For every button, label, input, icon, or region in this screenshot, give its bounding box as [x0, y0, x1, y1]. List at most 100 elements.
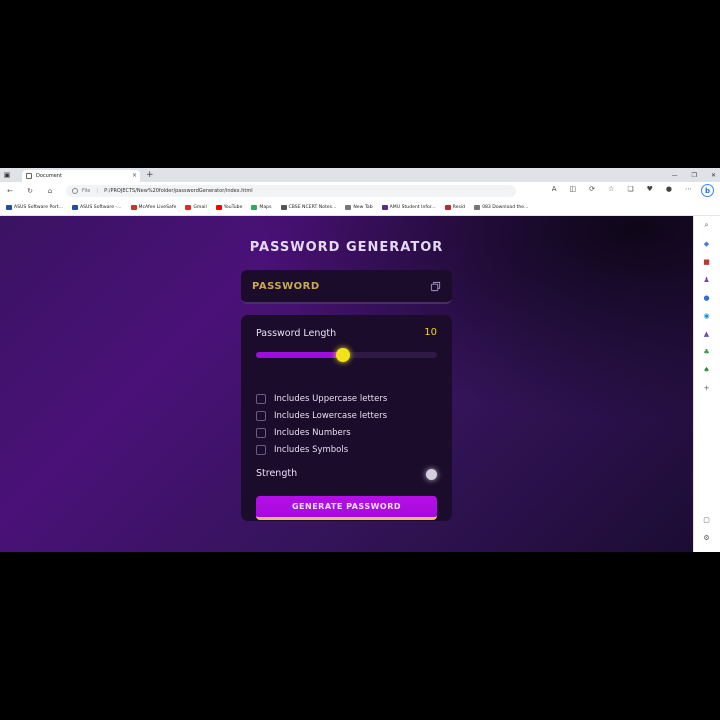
- page-content: PASSWORD GENERATOR PASSWORD Password Len…: [0, 216, 693, 552]
- bookmark-icon: [345, 205, 352, 210]
- bookmark-icon: [251, 205, 258, 210]
- bookmark-label: AMU Student Infor...: [389, 205, 436, 210]
- bookmark-item[interactable]: Maps: [251, 205, 272, 210]
- password-output[interactable]: PASSWORD: [252, 281, 320, 292]
- profile-icon[interactable]: ●: [666, 185, 672, 193]
- page-title: PASSWORD GENERATOR: [249, 240, 444, 255]
- bookmark-item[interactable]: ASUS Software -...: [72, 205, 122, 210]
- option-symbols: Includes Symbols: [256, 445, 348, 455]
- numbers-checkbox[interactable]: [256, 428, 266, 438]
- password-display: PASSWORD: [241, 270, 452, 304]
- window-controls: — ❐ ✕: [672, 168, 716, 182]
- browser-window: ▣ Document × + — ❐ ✕ ← ↻ ⌂ File | P:/PRO…: [0, 168, 720, 552]
- bookmark-label: Resid: [452, 205, 466, 210]
- home-icon[interactable]: ⌂: [40, 187, 60, 195]
- address-bar-row: ← ↻ ⌂ File | P:/PROJECTS/New%20folder/pa…: [0, 182, 720, 200]
- bookmark-icon: [444, 205, 451, 210]
- close-tab-icon[interactable]: ×: [132, 172, 137, 179]
- slider-thumb[interactable]: [335, 348, 350, 362]
- bookmarks-bar: ASUS Software Port... ASUS Software -... M…: [0, 200, 720, 216]
- tools-icon[interactable]: ■: [701, 256, 712, 267]
- outlook-icon[interactable]: ◉: [701, 310, 712, 321]
- option-lowercase: Includes Lowercase letters: [256, 411, 387, 421]
- refresh-icon[interactable]: ↻: [20, 187, 40, 195]
- bookmark-item[interactable]: McAfee LiveSafe: [130, 205, 177, 210]
- favorites-icon[interactable]: ☆: [608, 185, 614, 193]
- symbols-label: Includes Symbols: [274, 445, 349, 455]
- option-uppercase: Includes Uppercase letters: [256, 394, 387, 404]
- designer-icon[interactable]: ♣: [701, 346, 712, 357]
- restore-icon[interactable]: ❐: [692, 172, 697, 179]
- bookmark-item[interactable]: CBSE NCERT Notes...: [280, 205, 337, 210]
- bookmark-icon: [280, 205, 287, 210]
- info-icon[interactable]: [72, 188, 78, 194]
- shopping-tag-icon[interactable]: ◆: [701, 238, 712, 249]
- strength-label: Strength: [256, 468, 298, 479]
- bookmark-label: CBSE NCERT Notes...: [288, 205, 337, 210]
- lowercase-checkbox[interactable]: [256, 411, 266, 421]
- settings-gear-icon[interactable]: ⚙: [701, 532, 712, 543]
- health-icon[interactable]: ♥: [647, 185, 653, 193]
- bookmark-icon: [215, 205, 222, 210]
- read-aloud-icon[interactable]: A: [552, 185, 557, 193]
- bookmark-item[interactable]: New Tab: [345, 205, 373, 210]
- url-field[interactable]: File | P:/PROJECTS/New%20folder/password…: [66, 185, 516, 197]
- bookmark-label: Gmail: [193, 205, 207, 210]
- bookmark-item[interactable]: AMU Student Infor...: [381, 205, 436, 210]
- length-value: 10: [424, 327, 437, 338]
- minimize-icon[interactable]: —: [672, 172, 678, 179]
- games-icon[interactable]: ♟: [701, 274, 712, 285]
- edge-sidebar: ⌕ ◆ ■ ♟ ● ◉ ▲ ♣ ♠ + ▢ ⚙: [693, 216, 720, 552]
- generate-password-button[interactable]: GENERATE PASSWORD: [256, 496, 437, 520]
- bookmark-icon: [381, 205, 388, 210]
- bookmark-icon: [474, 205, 481, 210]
- bookmark-label: ASUS Software -...: [80, 205, 122, 210]
- bookmark-label: ASUS Software Port...: [14, 205, 63, 210]
- uppercase-label: Includes Uppercase letters: [274, 394, 388, 404]
- more-icon[interactable]: ⋯: [685, 185, 692, 193]
- option-numbers: Includes Numbers: [256, 428, 351, 438]
- url-separator: |: [96, 188, 99, 194]
- bing-copilot-icon[interactable]: b: [701, 184, 714, 197]
- copy-icon[interactable]: [430, 281, 441, 292]
- tab-actions-icon[interactable]: ▣: [0, 168, 14, 182]
- search-icon[interactable]: ⌕: [701, 220, 712, 231]
- close-window-icon[interactable]: ✕: [711, 172, 716, 179]
- drop-icon[interactable]: ▲: [701, 328, 712, 339]
- bookmark-item[interactable]: YouTube: [215, 205, 243, 210]
- add-sidebar-icon[interactable]: +: [701, 382, 712, 393]
- tab-document[interactable]: Document ×: [22, 170, 140, 182]
- url-text: P:/PROJECTS/New%20folder/passwordGenerat…: [104, 188, 253, 194]
- bookmark-label: McAfee LiveSafe: [138, 205, 177, 210]
- bookmark-label: 083 Download the...: [482, 205, 529, 210]
- symbols-checkbox[interactable]: [256, 445, 266, 455]
- microsoft365-icon[interactable]: ●: [701, 292, 712, 303]
- lowercase-label: Includes Lowercase letters: [274, 411, 387, 421]
- bookmark-icon: [72, 205, 78, 210]
- bookmark-label: YouTube: [223, 205, 243, 210]
- bookmark-label: Maps: [259, 205, 272, 210]
- uppercase-checkbox[interactable]: [256, 394, 266, 404]
- url-scheme-label: File: [82, 188, 91, 194]
- tab-strip: ▣ Document × + — ❐ ✕: [0, 168, 720, 182]
- back-icon[interactable]: ←: [0, 187, 20, 195]
- generator-panel: Password Length 10 Includes Uppercase le…: [241, 315, 452, 521]
- toolbar-icons: A ◫ ⟳ ☆ ❏ ♥ ● ⋯: [552, 185, 692, 193]
- new-tab-button[interactable]: +: [146, 170, 154, 180]
- bookmark-icon: [185, 205, 192, 210]
- tree-icon[interactable]: ♠: [701, 364, 712, 375]
- bookmark-item[interactable]: 083 Download the...: [474, 205, 529, 210]
- collections-icon[interactable]: ❏: [627, 185, 633, 193]
- bookmark-item[interactable]: Gmail: [185, 205, 207, 210]
- slider-fill: [256, 352, 343, 358]
- bookmark-label: New Tab: [353, 205, 373, 210]
- sidebar-layout-icon[interactable]: ▢: [701, 514, 712, 525]
- bookmark-icon: [6, 205, 12, 210]
- extensions-icon[interactable]: ⟳: [589, 185, 595, 193]
- bookmark-icon: [130, 205, 137, 210]
- length-slider[interactable]: [256, 348, 437, 362]
- bookmark-item[interactable]: ASUS Software Port...: [6, 205, 63, 210]
- bookmark-item[interactable]: Resid: [444, 205, 466, 210]
- split-screen-icon[interactable]: ◫: [570, 185, 577, 193]
- numbers-label: Includes Numbers: [274, 428, 351, 438]
